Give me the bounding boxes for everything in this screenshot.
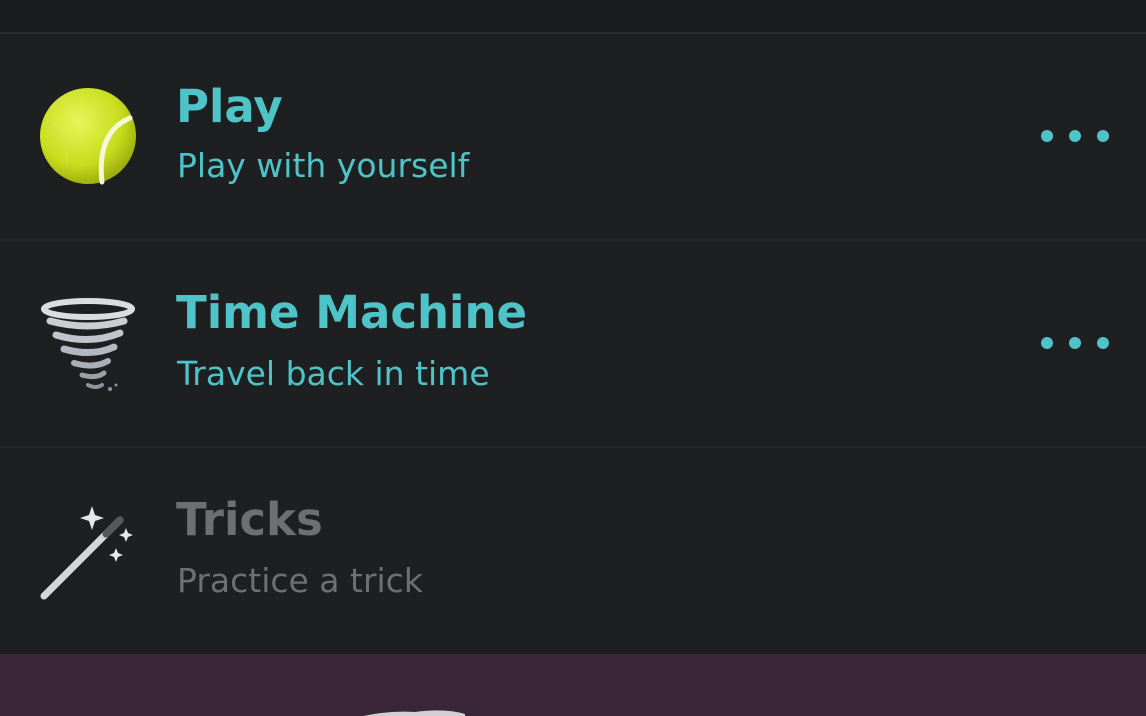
dot <box>1069 130 1081 142</box>
partial-icon <box>363 710 465 716</box>
dot <box>1097 337 1109 349</box>
menu-item-title: Play <box>176 80 283 133</box>
bottom-panel <box>0 654 1146 716</box>
dot <box>1041 130 1053 142</box>
menu-item-title: Time Machine <box>176 286 528 339</box>
magic-wand-icon <box>40 506 133 600</box>
menu-item-subtitle: Practice a trick <box>177 561 423 600</box>
menu-item-tricks[interactable]: Tricks Practice a trick <box>0 448 1146 653</box>
tornado-icon <box>41 298 135 391</box>
dot <box>1097 130 1109 142</box>
top-bar <box>0 0 1146 34</box>
menu-item-subtitle: Travel back in time <box>177 354 490 393</box>
menu-item-play[interactable]: Play Play with yourself <box>0 34 1146 241</box>
menu-item-time-machine[interactable]: Time Machine Travel back in time <box>0 241 1146 448</box>
more-options-button[interactable] <box>1030 313 1120 373</box>
dot <box>1041 337 1053 349</box>
dot <box>1069 337 1081 349</box>
more-options-button[interactable] <box>1030 106 1120 166</box>
menu-screen: Play Play with yourself Time Machine Tra… <box>0 0 1146 716</box>
menu-item-subtitle: Play with yourself <box>177 146 470 185</box>
tennis-ball-icon <box>40 88 136 185</box>
menu-item-title: Tricks <box>176 493 323 546</box>
